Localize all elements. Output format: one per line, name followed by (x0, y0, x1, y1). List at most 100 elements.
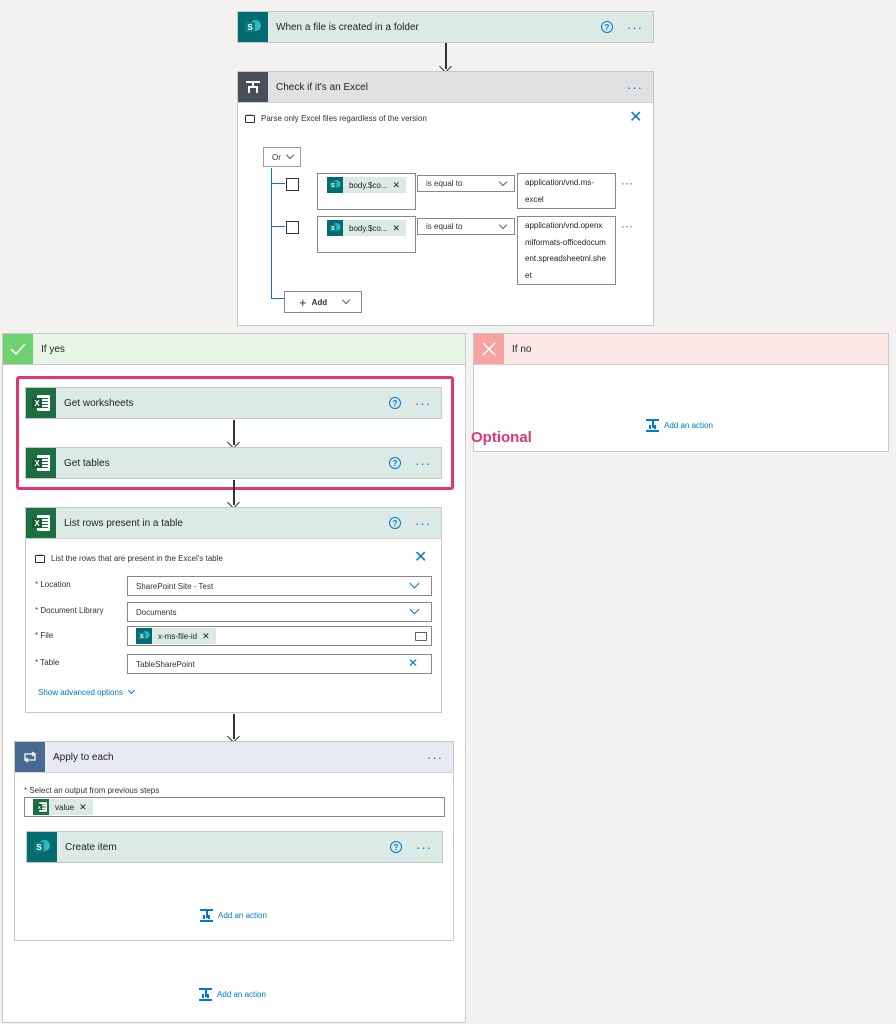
table-field[interactable]: TableSharePoint ✕ (127, 654, 432, 674)
operator-value: is equal to (426, 179, 463, 188)
close-icon[interactable]: ✕ (629, 110, 642, 126)
get-worksheets-title: Get worksheets (64, 397, 134, 409)
apply-to-each-card: Apply to each ··· * Select an output fro… (14, 741, 454, 941)
location-dropdown[interactable]: SharePoint Site - Test (127, 576, 432, 596)
row-more-icon[interactable]: ··· (621, 219, 633, 233)
remove-token-icon[interactable]: ✕ (202, 631, 210, 642)
operator-dropdown[interactable]: is equal to (417, 175, 515, 192)
help-icon[interactable]: ? (389, 517, 401, 529)
get-tables-card[interactable]: X Get tables ? ··· (25, 447, 442, 479)
help-icon[interactable]: ? (601, 21, 613, 33)
sharepoint-icon: S (136, 628, 152, 644)
create-item-title: Create item (65, 841, 117, 853)
add-action-icon (199, 988, 212, 1001)
remove-token-icon[interactable]: ✕ (393, 180, 401, 191)
comment-icon (35, 550, 45, 563)
select-output-field[interactable]: X value ✕ (24, 797, 445, 817)
close-icon[interactable]: ✕ (414, 550, 427, 566)
location-label: * Location (35, 580, 71, 589)
help-icon[interactable]: ? (389, 397, 401, 409)
dynamic-token[interactable]: S body.$co... ✕ (327, 220, 407, 236)
remove-token-icon[interactable]: ✕ (79, 802, 87, 813)
add-action-label: Add an action (217, 990, 266, 999)
row-more-icon[interactable]: ··· (621, 176, 633, 190)
row-checkbox[interactable] (286, 221, 299, 234)
clear-icon[interactable]: ✕ (408, 657, 418, 669)
chevron-down-icon (498, 177, 508, 187)
list-rows-description: List the rows that are present in the Ex… (35, 550, 223, 563)
add-condition-button[interactable]: + Add (284, 291, 362, 313)
more-options-icon[interactable]: ··· (415, 517, 431, 530)
chevron-down-icon (341, 295, 351, 305)
dynamic-token[interactable]: X value ✕ (33, 799, 93, 815)
list-rows-card: X List rows present in a table ? ··· Lis… (25, 507, 442, 713)
more-options-icon[interactable]: ··· (427, 751, 443, 764)
token-label: value (55, 802, 75, 812)
more-options-icon[interactable]: ··· (415, 457, 431, 470)
trigger-title: When a file is created in a folder (276, 21, 419, 33)
right-operand-value: application/vnd.openxmlformats-officedoc… (525, 221, 606, 280)
tree-connector (271, 226, 285, 227)
operator-value: is equal to (426, 222, 463, 231)
trigger-card[interactable]: S When a file is created in a folder ? ·… (237, 11, 654, 43)
more-options-icon[interactable]: ··· (415, 397, 431, 410)
check-icon (3, 334, 33, 364)
row-checkbox[interactable] (286, 178, 299, 191)
operator-dropdown[interactable]: is equal to (417, 218, 515, 235)
chevron-down-icon (409, 604, 420, 615)
file-field[interactable]: S x-ms-file-id ✕ (127, 626, 432, 646)
cross-icon (474, 334, 504, 364)
file-label: * File (35, 631, 54, 640)
add-action-button[interactable]: Add an action (199, 988, 266, 1001)
sharepoint-icon: S (27, 832, 57, 862)
group-operator-value: Or (272, 152, 281, 162)
get-tables-title: Get tables (64, 457, 110, 469)
chevron-down-icon (127, 686, 135, 695)
location-value: SharePoint Site - Test (136, 581, 214, 591)
dynamic-token[interactable]: S body.$co... ✕ (327, 177, 407, 193)
add-action-label: Add an action (218, 911, 267, 920)
loop-icon (15, 742, 45, 772)
flow-arrow (227, 420, 240, 449)
get-worksheets-card[interactable]: X Get worksheets ? ··· (25, 387, 442, 419)
add-action-button[interactable]: Add an action (646, 419, 713, 432)
token-label: body.$co... (349, 223, 388, 233)
help-icon[interactable]: ? (389, 457, 401, 469)
add-action-label: Add an action (664, 421, 713, 430)
document-library-value: Documents (136, 607, 177, 617)
excel-icon: X (33, 799, 49, 815)
remove-token-icon[interactable]: ✕ (393, 223, 401, 234)
right-operand-field[interactable]: application/vnd.ms-excel (517, 173, 616, 209)
if-no-title: If no (512, 343, 532, 355)
left-operand-field[interactable]: S body.$co... ✕ (317, 173, 416, 210)
table-label: * Table (35, 658, 60, 667)
tree-connector (271, 168, 272, 298)
left-operand-field[interactable]: S body.$co... ✕ (317, 216, 416, 253)
show-advanced-options-link[interactable]: Show advanced options (38, 686, 135, 697)
help-icon[interactable]: ? (390, 841, 402, 853)
right-operand-field[interactable]: application/vnd.openxmlformats-officedoc… (517, 216, 616, 285)
dynamic-token[interactable]: S x-ms-file-id ✕ (136, 628, 216, 644)
chevron-down-icon (409, 578, 420, 589)
more-options-icon[interactable]: ··· (627, 81, 643, 94)
flow-arrow (439, 43, 452, 73)
tree-connector (271, 183, 285, 184)
folder-icon[interactable] (415, 632, 427, 641)
if-no-branch: If no Add an action (473, 333, 889, 452)
document-library-dropdown[interactable]: Documents (127, 602, 432, 622)
more-options-icon[interactable]: ··· (416, 841, 432, 854)
chevron-down-icon (285, 150, 295, 160)
sharepoint-icon: S (238, 12, 268, 42)
if-yes-title: If yes (41, 343, 65, 355)
more-options-icon[interactable]: ··· (627, 21, 643, 34)
add-action-button[interactable]: Add an action (200, 909, 267, 922)
create-item-card[interactable]: S Create item ? ··· (26, 831, 443, 863)
tree-connector (271, 298, 285, 299)
group-operator-dropdown[interactable]: Or (263, 147, 301, 167)
flow-arrow (227, 714, 240, 743)
excel-icon: X (26, 388, 56, 418)
add-action-icon (646, 419, 659, 432)
condition-card: Check if it's an Excel ··· Parse only Ex… (237, 71, 654, 326)
sharepoint-icon: S (327, 220, 343, 236)
condition-description: Parse only Excel files regardless of the… (245, 110, 427, 123)
